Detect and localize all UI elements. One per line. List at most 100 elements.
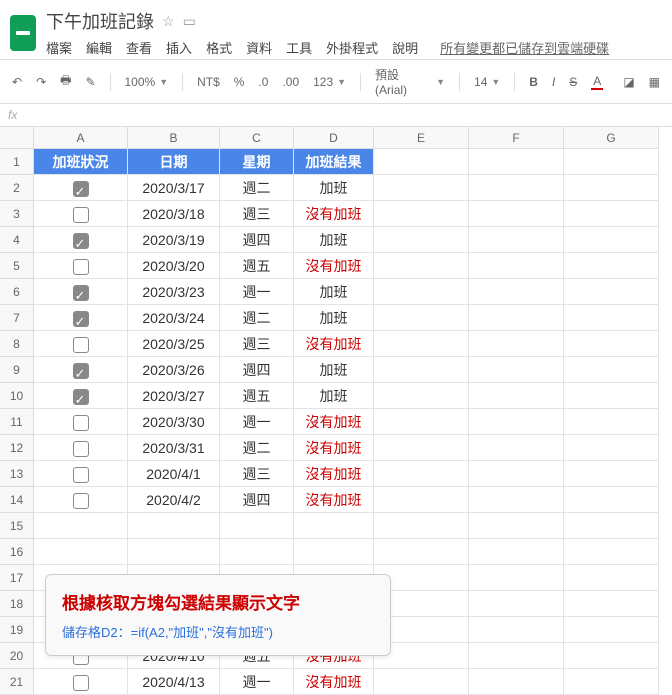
weekday-cell[interactable]: 週二 [220,175,294,201]
checkbox-icon[interactable] [73,467,89,483]
col-header-E[interactable]: E [374,127,469,149]
empty-cell[interactable] [374,201,469,227]
empty-cell[interactable] [564,175,659,201]
result-cell[interactable]: 沒有加班 [294,669,374,695]
date-cell[interactable]: 2020/4/1 [128,461,220,487]
doc-title[interactable]: 下午加班記錄 [46,8,154,34]
empty-cell[interactable] [564,357,659,383]
checkbox-icon[interactable] [73,259,89,275]
date-cell[interactable]: 2020/3/19 [128,227,220,253]
menu-help[interactable]: 說明 [392,38,418,57]
empty-cell[interactable] [564,513,659,539]
weekday-cell[interactable]: 週四 [220,227,294,253]
currency-button[interactable]: NT$ [193,73,224,91]
empty-cell[interactable] [564,253,659,279]
increase-decimal-button[interactable]: .00 [278,73,303,91]
weekday-cell[interactable]: 週三 [220,461,294,487]
checkbox-icon[interactable] [73,311,89,327]
checkbox-cell[interactable] [34,669,128,695]
row-header[interactable]: 13 [0,461,34,487]
empty-cell[interactable] [374,409,469,435]
empty-cell[interactable] [374,227,469,253]
date-cell[interactable]: 2020/4/13 [128,669,220,695]
row-header[interactable]: 20 [0,643,34,669]
percent-button[interactable]: % [230,73,249,91]
date-cell[interactable]: 2020/3/17 [128,175,220,201]
empty-cell[interactable] [469,669,564,695]
empty-cell[interactable] [34,539,128,565]
empty-cell[interactable] [469,175,564,201]
checkbox-cell[interactable] [34,461,128,487]
row-header[interactable]: 4 [0,227,34,253]
redo-icon[interactable]: ↷ [32,73,50,91]
checkbox-cell[interactable] [34,357,128,383]
checkbox-icon[interactable] [73,181,89,197]
menu-edit[interactable]: 編輯 [86,38,112,57]
weekday-cell[interactable]: 週一 [220,409,294,435]
empty-cell[interactable] [469,227,564,253]
row-header[interactable]: 2 [0,175,34,201]
empty-cell[interactable] [374,253,469,279]
menu-addons[interactable]: 外掛程式 [326,38,378,57]
result-cell[interactable]: 沒有加班 [294,201,374,227]
empty-cell[interactable] [564,487,659,513]
empty-cell[interactable] [374,461,469,487]
number-format-select[interactable]: 123▼ [309,73,350,91]
print-icon[interactable]: 🖶 [56,69,75,94]
checkbox-icon[interactable] [73,675,89,691]
col-header-A[interactable]: A [34,127,128,149]
date-cell[interactable]: 2020/3/23 [128,279,220,305]
checkbox-icon[interactable] [73,285,89,301]
row-header[interactable]: 14 [0,487,34,513]
checkbox-cell[interactable] [34,279,128,305]
result-cell[interactable]: 加班 [294,279,374,305]
empty-cell[interactable] [564,643,659,669]
row-header[interactable]: 6 [0,279,34,305]
row-header[interactable]: 15 [0,513,34,539]
empty-cell[interactable] [374,487,469,513]
row-header[interactable]: 10 [0,383,34,409]
row-header[interactable]: 21 [0,669,34,695]
result-cell[interactable]: 沒有加班 [294,253,374,279]
checkbox-cell[interactable] [34,331,128,357]
checkbox-cell[interactable] [34,201,128,227]
checkbox-cell[interactable] [34,175,128,201]
empty-cell[interactable] [564,539,659,565]
empty-cell[interactable] [374,305,469,331]
empty-cell[interactable] [564,565,659,591]
empty-cell[interactable] [374,149,469,175]
paint-format-icon[interactable]: ✎ [81,73,99,91]
empty-cell[interactable] [374,539,469,565]
checkbox-icon[interactable] [73,493,89,509]
empty-cell[interactable] [374,435,469,461]
date-cell[interactable]: 2020/3/26 [128,357,220,383]
col-header-C[interactable]: C [220,127,294,149]
font-select[interactable]: 預設 (Arial)▼ [371,64,449,99]
row-header[interactable]: 16 [0,539,34,565]
strike-button[interactable]: S [565,73,581,91]
empty-cell[interactable] [469,305,564,331]
empty-cell[interactable] [374,383,469,409]
result-cell[interactable]: 沒有加班 [294,435,374,461]
checkbox-icon[interactable] [73,207,89,223]
result-cell[interactable]: 沒有加班 [294,461,374,487]
date-cell[interactable]: 2020/3/27 [128,383,220,409]
row-header[interactable]: 1 [0,149,34,175]
empty-cell[interactable] [469,435,564,461]
checkbox-icon[interactable] [73,233,89,249]
empty-cell[interactable] [469,409,564,435]
row-header[interactable]: 5 [0,253,34,279]
date-cell[interactable]: 2020/3/24 [128,305,220,331]
header-cell[interactable]: 星期 [220,149,294,175]
empty-cell[interactable] [469,539,564,565]
result-cell[interactable]: 加班 [294,175,374,201]
weekday-cell[interactable]: 週三 [220,331,294,357]
menu-format[interactable]: 格式 [206,38,232,57]
col-header-F[interactable]: F [469,127,564,149]
empty-cell[interactable] [564,409,659,435]
weekday-cell[interactable]: 週五 [220,383,294,409]
formula-bar[interactable]: fx [0,104,672,127]
empty-cell[interactable] [294,513,374,539]
weekday-cell[interactable]: 週三 [220,201,294,227]
row-header[interactable]: 3 [0,201,34,227]
